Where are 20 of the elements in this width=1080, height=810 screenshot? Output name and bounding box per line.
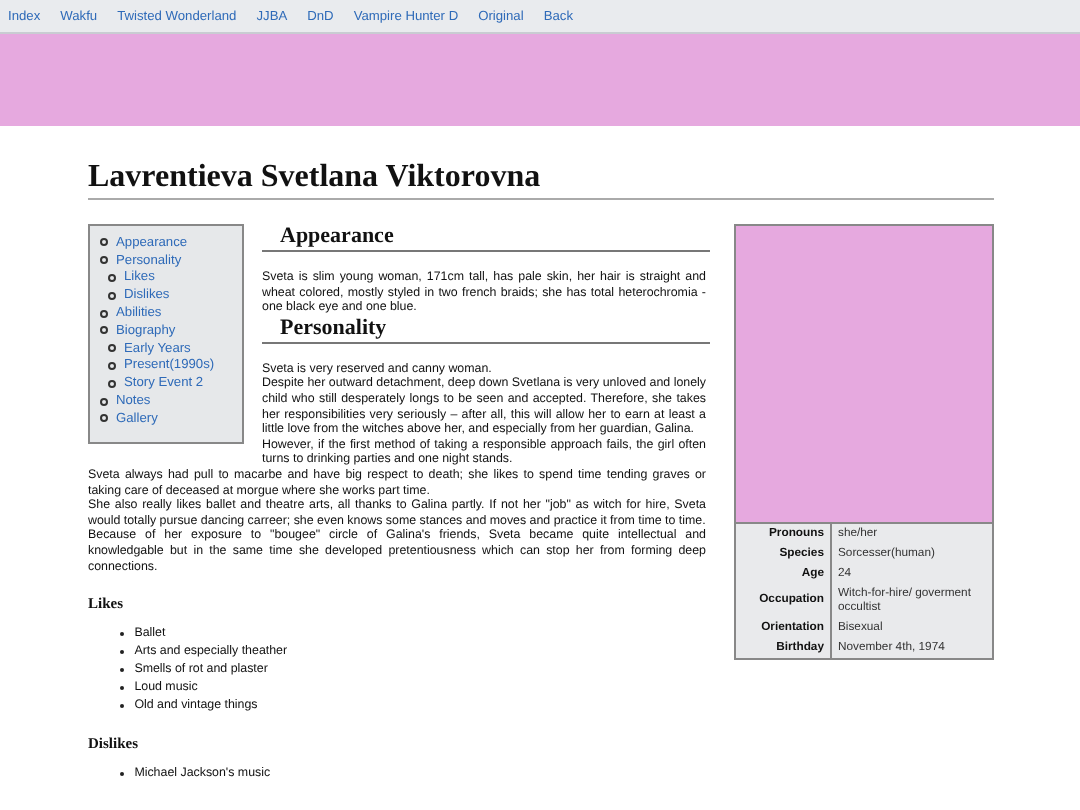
section-heading: Appearance bbox=[278, 224, 396, 250]
page-title: Lavrentieva Svetlana Viktorovna bbox=[88, 158, 994, 200]
section-heading: Personality bbox=[278, 315, 389, 342]
bullet-icon bbox=[100, 256, 108, 265]
bullet-icon bbox=[108, 273, 116, 282]
bullet-icon bbox=[100, 238, 108, 247]
bullet-icon bbox=[120, 667, 125, 672]
bullet-icon bbox=[108, 291, 116, 300]
bullet-icon bbox=[120, 631, 125, 636]
bullet-icon bbox=[100, 326, 108, 335]
bullet-icon bbox=[108, 344, 116, 353]
bullet-icon bbox=[120, 703, 125, 708]
bullet-icon bbox=[100, 414, 108, 423]
bullet-icon bbox=[100, 309, 108, 318]
bullet-icon bbox=[108, 379, 116, 388]
bullet-icon bbox=[120, 685, 125, 690]
bullet-icon bbox=[120, 649, 125, 654]
bullet-icon bbox=[100, 397, 108, 406]
bullet-icon bbox=[120, 771, 125, 776]
bullet-icon bbox=[108, 361, 116, 370]
